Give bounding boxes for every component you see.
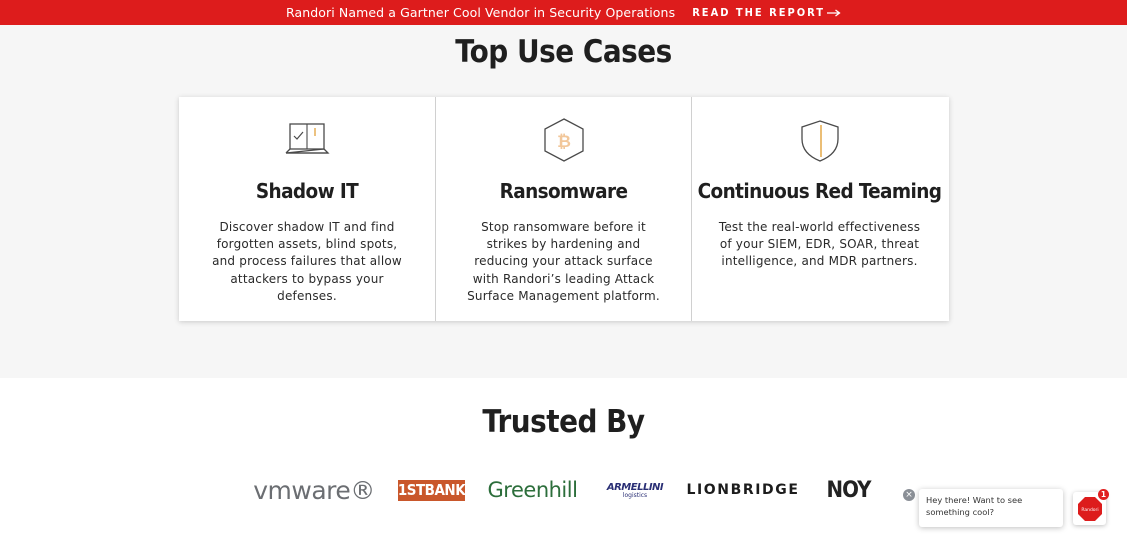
- lionbridge-logo: LIONBRIDGE: [686, 482, 800, 498]
- chat-avatar-label: Randori: [1081, 507, 1098, 513]
- firstbank-logo-text: 1STBANK: [397, 479, 466, 501]
- read-report-link[interactable]: READ THE REPORT: [692, 6, 841, 19]
- read-report-label: READ THE REPORT: [692, 6, 826, 19]
- randori-logo-icon: Randori: [1077, 496, 1102, 521]
- bitcoin-hexagon-icon: ₿: [543, 118, 584, 162]
- use-cases-title: Top Use Cases: [455, 34, 672, 70]
- chat-message-text: Hey there! Want to see something cool?: [926, 495, 1023, 517]
- use-case-card-red-teaming: Continuous Red Teaming Test the real-wor…: [691, 97, 947, 321]
- shield-icon: [800, 120, 839, 162]
- firstbank-logo: 1STBANK: [397, 470, 466, 510]
- armellini-logo-sub: logistics: [622, 491, 648, 499]
- card-description: Test the real-world effectiveness of you…: [718, 220, 921, 269]
- card-description: Stop ransomware before it strikes by har…: [467, 220, 660, 303]
- use-case-cards: Shadow IT Discover shadow IT and find fo…: [179, 97, 949, 321]
- card-description: Discover shadow IT and find forgotten as…: [212, 220, 402, 303]
- use-case-card-shadow-it: Shadow IT Discover shadow IT and find fo…: [179, 97, 435, 321]
- chat-close-button[interactable]: ×: [903, 489, 915, 501]
- laptop-checklist-icon: [285, 123, 330, 154]
- card-title: Shadow IT: [255, 179, 359, 203]
- use-case-card-ransomware: ₿ Ransomware Stop ransomware before it s…: [435, 97, 691, 321]
- card-title: Continuous Red Teaming: [697, 179, 942, 203]
- announcement-banner: Randori Named a Gartner Cool Vendor in S…: [0, 0, 1127, 25]
- vmware-logo: vmware®: [253, 475, 375, 505]
- banner-message: Randori Named a Gartner Cool Vendor in S…: [285, 5, 676, 20]
- greenhill-logo: Greenhill: [487, 478, 578, 502]
- noy-logo: NOY: [826, 477, 872, 503]
- trusted-by-title: Trusted By: [482, 404, 645, 440]
- card-title: Ransomware: [499, 179, 628, 203]
- chat-message-bubble[interactable]: Hey there! Want to see something cool?: [919, 489, 1063, 527]
- arrow-right-icon: [827, 8, 841, 17]
- armellini-logo: ARMELLINI logistics: [606, 470, 664, 510]
- svg-text:₿: ₿: [557, 132, 571, 152]
- notification-badge: 1: [1098, 489, 1109, 500]
